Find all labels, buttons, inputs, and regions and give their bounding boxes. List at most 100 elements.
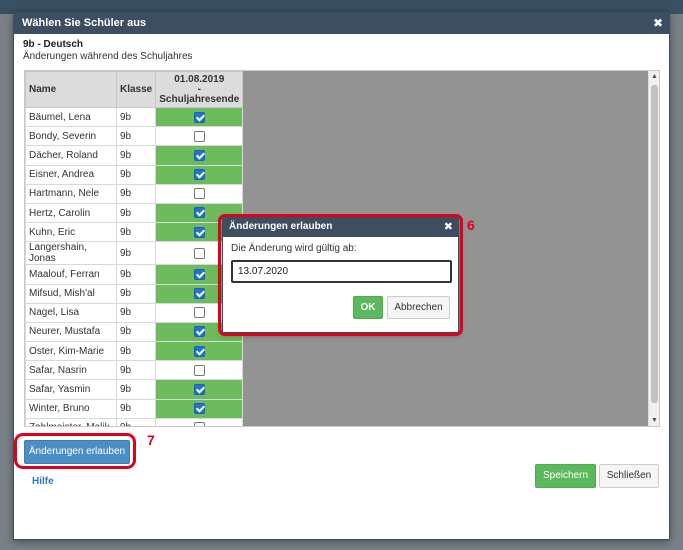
dialog-title-bar: Wählen Sie Schüler aus ✖ [14, 13, 669, 34]
student-class: 9b [115, 379, 157, 400]
student-name: Eisner, Andrea [25, 164, 117, 185]
student-class: 9b [115, 241, 157, 266]
student-class: 9b [115, 264, 157, 285]
student-class: 9b [115, 222, 157, 243]
student-class: 9b [115, 302, 157, 323]
student-class: 9b [115, 283, 157, 304]
membership-cell[interactable] [155, 360, 244, 381]
student-class: 9b [115, 164, 157, 185]
column-header-name[interactable]: Name [25, 71, 117, 108]
students-table: Name Klasse 01.08.2019 - Schuljahresende… [25, 71, 244, 426]
table-row[interactable]: Dächer, Roland 9b [25, 145, 244, 166]
student-class: 9b [115, 183, 157, 204]
student-name: Hartmann, Nele [25, 183, 117, 204]
close-button[interactable]: Schließen [599, 464, 659, 488]
student-class: 9b [115, 417, 157, 426]
table-row[interactable]: Hartmann, Nele 9b [25, 183, 244, 204]
membership-cell[interactable] [155, 341, 244, 362]
membership-checkbox[interactable] [193, 149, 205, 161]
table-row[interactable]: Eisner, Andrea 9b [25, 164, 244, 185]
membership-checkbox[interactable] [193, 345, 205, 357]
membership-checkbox[interactable] [193, 111, 205, 123]
student-name: Hertz, Carolin [25, 202, 117, 224]
table-row[interactable]: Mifsud, Mish'al 9b [25, 283, 244, 304]
period-end: Schuljahresende [159, 93, 240, 105]
student-class: 9b [115, 126, 157, 147]
highlight-popup [218, 214, 463, 336]
membership-checkbox[interactable] [193, 422, 205, 426]
table-row[interactable]: Winter, Bruno 9b [25, 398, 244, 419]
table-row[interactable]: Nagel, Lisa 9b [25, 302, 244, 323]
student-name: Neurer, Mustafa [25, 321, 117, 343]
membership-cell[interactable] [155, 417, 244, 426]
column-header-period[interactable]: 01.08.2019 - Schuljahresende [155, 71, 244, 108]
membership-checkbox[interactable] [193, 307, 205, 319]
table-row[interactable]: Zahlmeister, Malik9b [25, 417, 244, 426]
membership-checkbox[interactable] [193, 169, 205, 181]
membership-checkbox[interactable] [193, 226, 205, 238]
membership-checkbox[interactable] [193, 130, 205, 142]
membership-cell[interactable] [155, 398, 244, 419]
table-row[interactable]: Maalouf, Ferran 9b [25, 264, 244, 285]
table-row[interactable]: Neurer, Mustafa 9b [25, 321, 244, 343]
table-row[interactable]: Kuhn, Eric 9b [25, 222, 244, 243]
dialog-description: Änderungen während des Schuljahres [23, 51, 193, 62]
membership-cell[interactable] [155, 164, 244, 185]
student-name: Safar, Nasrin [25, 360, 117, 381]
student-name: Mifsud, Mish'al [25, 283, 117, 304]
student-class: 9b [115, 398, 157, 419]
student-name: Maalouf, Ferran [25, 264, 117, 285]
close-icon[interactable]: ✖ [653, 16, 663, 30]
student-name: Bäumel, Lena [25, 106, 117, 128]
scroll-down-arrow-icon[interactable]: ▼ [649, 415, 659, 426]
help-link[interactable]: Hilfe [32, 476, 54, 487]
student-name: Kuhn, Eric [25, 222, 117, 243]
table-row[interactable]: Hertz, Carolin 9b [25, 202, 244, 224]
highlight-allow-button [14, 433, 136, 469]
column-header-klasse[interactable]: Klasse [115, 71, 157, 108]
annotation-number-6: 6 [467, 217, 475, 233]
membership-checkbox[interactable] [193, 383, 205, 395]
student-name: Bondy, Severin [25, 126, 117, 147]
student-name: Oster, Kim-Marie [25, 341, 117, 362]
membership-checkbox[interactable] [193, 247, 205, 259]
student-name: Langershain, Jonas [25, 241, 117, 266]
student-class: 9b [115, 321, 157, 343]
membership-cell[interactable] [155, 379, 244, 400]
period-start: 01.08.2019 [174, 73, 225, 85]
student-name: Dächer, Roland [25, 145, 117, 166]
grid-scrollbar[interactable]: ▲ ▼ [648, 71, 659, 426]
student-name: Nagel, Lisa [25, 302, 117, 323]
table-row[interactable]: Safar, Yasmin 9b [25, 379, 244, 400]
table-row[interactable]: Bondy, Severin 9b [25, 126, 244, 147]
scroll-up-arrow-icon[interactable]: ▲ [649, 71, 659, 82]
membership-cell[interactable] [155, 183, 244, 204]
student-class: 9b [115, 202, 157, 224]
student-name: Zahlmeister, Malik [25, 417, 117, 426]
student-name: Winter, Bruno [25, 398, 117, 419]
student-class: 9b [115, 341, 157, 362]
table-row[interactable]: Oster, Kim-Marie 9b [25, 341, 244, 362]
student-class: 9b [115, 360, 157, 381]
table-row[interactable]: Bäumel, Lena 9b [25, 106, 244, 128]
membership-cell[interactable] [155, 106, 244, 128]
course-name: 9b - Deutsch [23, 39, 84, 50]
student-class: 9b [115, 145, 157, 166]
membership-checkbox[interactable] [193, 188, 205, 200]
membership-checkbox[interactable] [193, 326, 205, 338]
membership-cell[interactable] [155, 145, 244, 166]
table-row[interactable]: Safar, Nasrin 9b [25, 360, 244, 381]
membership-checkbox[interactable] [193, 268, 205, 280]
membership-checkbox[interactable] [193, 403, 205, 415]
save-button[interactable]: Speichern [535, 464, 596, 488]
annotation-number-7: 7 [147, 432, 155, 448]
dialog-title: Wählen Sie Schüler aus [22, 17, 147, 29]
membership-checkbox[interactable] [193, 207, 205, 219]
student-class: 9b [115, 106, 157, 128]
student-name: Safar, Yasmin [25, 379, 117, 400]
membership-cell[interactable] [155, 126, 244, 147]
membership-checkbox[interactable] [193, 288, 205, 300]
table-row[interactable]: Langershain, Jonas 9b [25, 241, 244, 266]
scroll-thumb[interactable] [651, 85, 658, 403]
membership-checkbox[interactable] [193, 364, 205, 376]
